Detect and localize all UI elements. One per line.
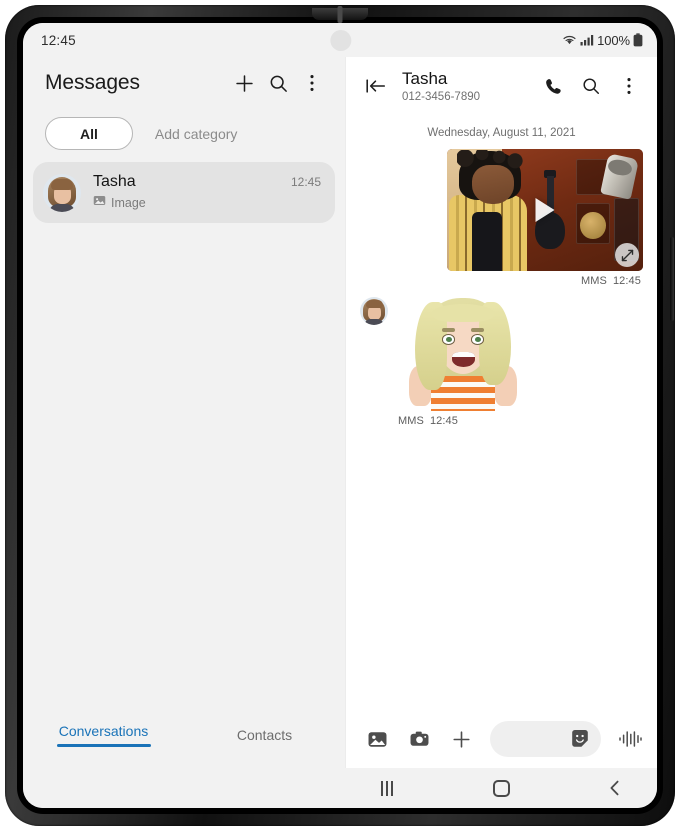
message-kind: MMS — [398, 415, 424, 427]
page-title: Messages — [45, 71, 140, 94]
date-separator: Wednesday, August 11, 2021 — [427, 127, 576, 139]
video-message-thumbnail[interactable] — [447, 149, 643, 271]
back-icon[interactable] — [595, 772, 635, 804]
chat-title-block[interactable]: Tasha 012-3456-7890 — [396, 69, 533, 103]
battery-percent-label: 100% — [597, 32, 630, 48]
message-composer — [346, 710, 657, 768]
conversation-list: Tasha Image 12:45 — [23, 160, 345, 223]
front-camera-punch-hole — [330, 30, 352, 51]
call-icon[interactable] — [535, 68, 571, 104]
device-frame: 12:45 100% Messages All Add category Tas… — [5, 5, 675, 826]
conversation-preview: Image — [111, 196, 146, 210]
recents-icon[interactable] — [367, 772, 407, 804]
status-icons: 100% — [562, 33, 643, 48]
message-meta: MMS 12:45 — [396, 411, 460, 427]
plus-icon[interactable] — [227, 66, 261, 100]
battery-icon — [633, 33, 643, 47]
message-thread: Wednesday, August 11, 2021 MMS 12:45 MMS… — [346, 115, 657, 710]
messages-header: Messages — [23, 57, 345, 109]
message-row-sticker: MMS 12:45 — [360, 293, 643, 427]
chip-add-category[interactable]: Add category — [143, 126, 250, 142]
home-icon[interactable] — [481, 772, 521, 804]
avatar — [43, 173, 81, 212]
gallery-icon[interactable] — [362, 724, 392, 754]
chip-all[interactable]: All — [45, 117, 133, 150]
message-input[interactable] — [490, 721, 601, 757]
chat-pane: Tasha 012-3456-7890 Wednesday, August 11… — [345, 57, 657, 768]
status-bar: 12:45 100% — [23, 23, 657, 57]
tab-conversations-label: Conversations — [58, 723, 149, 740]
tab-contacts[interactable]: Contacts — [184, 727, 345, 743]
collapse-panel-icon[interactable] — [358, 68, 394, 104]
chat-contact-number: 012-3456-7890 — [402, 90, 481, 103]
search-icon[interactable] — [261, 66, 295, 100]
plus-icon[interactable] — [446, 724, 476, 754]
tab-conversations[interactable]: Conversations — [23, 723, 184, 747]
sticker-message[interactable] — [396, 293, 530, 411]
avatar — [360, 297, 388, 325]
hinge-notch — [312, 8, 368, 20]
play-icon[interactable] — [535, 198, 555, 222]
message-meta: MMS 12:45 — [579, 271, 643, 287]
more-options-icon[interactable] — [295, 66, 329, 100]
voice-waveform-icon[interactable] — [615, 724, 645, 754]
conversation-name: Tasha — [93, 173, 136, 190]
signal-icon — [580, 34, 594, 46]
power-button[interactable] — [670, 237, 674, 321]
list-item[interactable]: Tasha Image 12:45 — [33, 162, 335, 223]
message-time: 12:45 — [612, 275, 641, 287]
conversations-pane: Messages All Add category Tasha Image 12… — [23, 57, 345, 768]
split-view: Messages All Add category Tasha Image 12… — [23, 57, 657, 768]
search-icon[interactable] — [573, 68, 609, 104]
sticker-icon[interactable] — [567, 726, 593, 752]
tab-active-underline — [56, 744, 151, 747]
bottom-tab-bar: Conversations Contacts — [23, 708, 345, 768]
tab-contacts-label: Contacts — [236, 727, 293, 743]
expand-icon[interactable] — [615, 243, 639, 267]
message-kind: MMS — [581, 275, 607, 287]
message-time: 12:45 — [429, 415, 458, 427]
android-navigation-bar — [23, 768, 657, 808]
wifi-icon — [562, 34, 577, 46]
conversation-time: 12:45 — [290, 175, 321, 189]
chat-contact-name: Tasha — [402, 69, 448, 89]
status-time: 12:45 — [41, 32, 76, 48]
category-chips: All Add category — [23, 109, 345, 160]
message-row-video: MMS 12:45 — [360, 149, 643, 287]
image-icon — [93, 194, 106, 212]
more-options-icon[interactable] — [611, 68, 647, 104]
camera-icon[interactable] — [404, 724, 434, 754]
chat-header: Tasha 012-3456-7890 — [346, 57, 657, 115]
phone-screen: 12:45 100% Messages All Add category Tas… — [23, 23, 657, 808]
